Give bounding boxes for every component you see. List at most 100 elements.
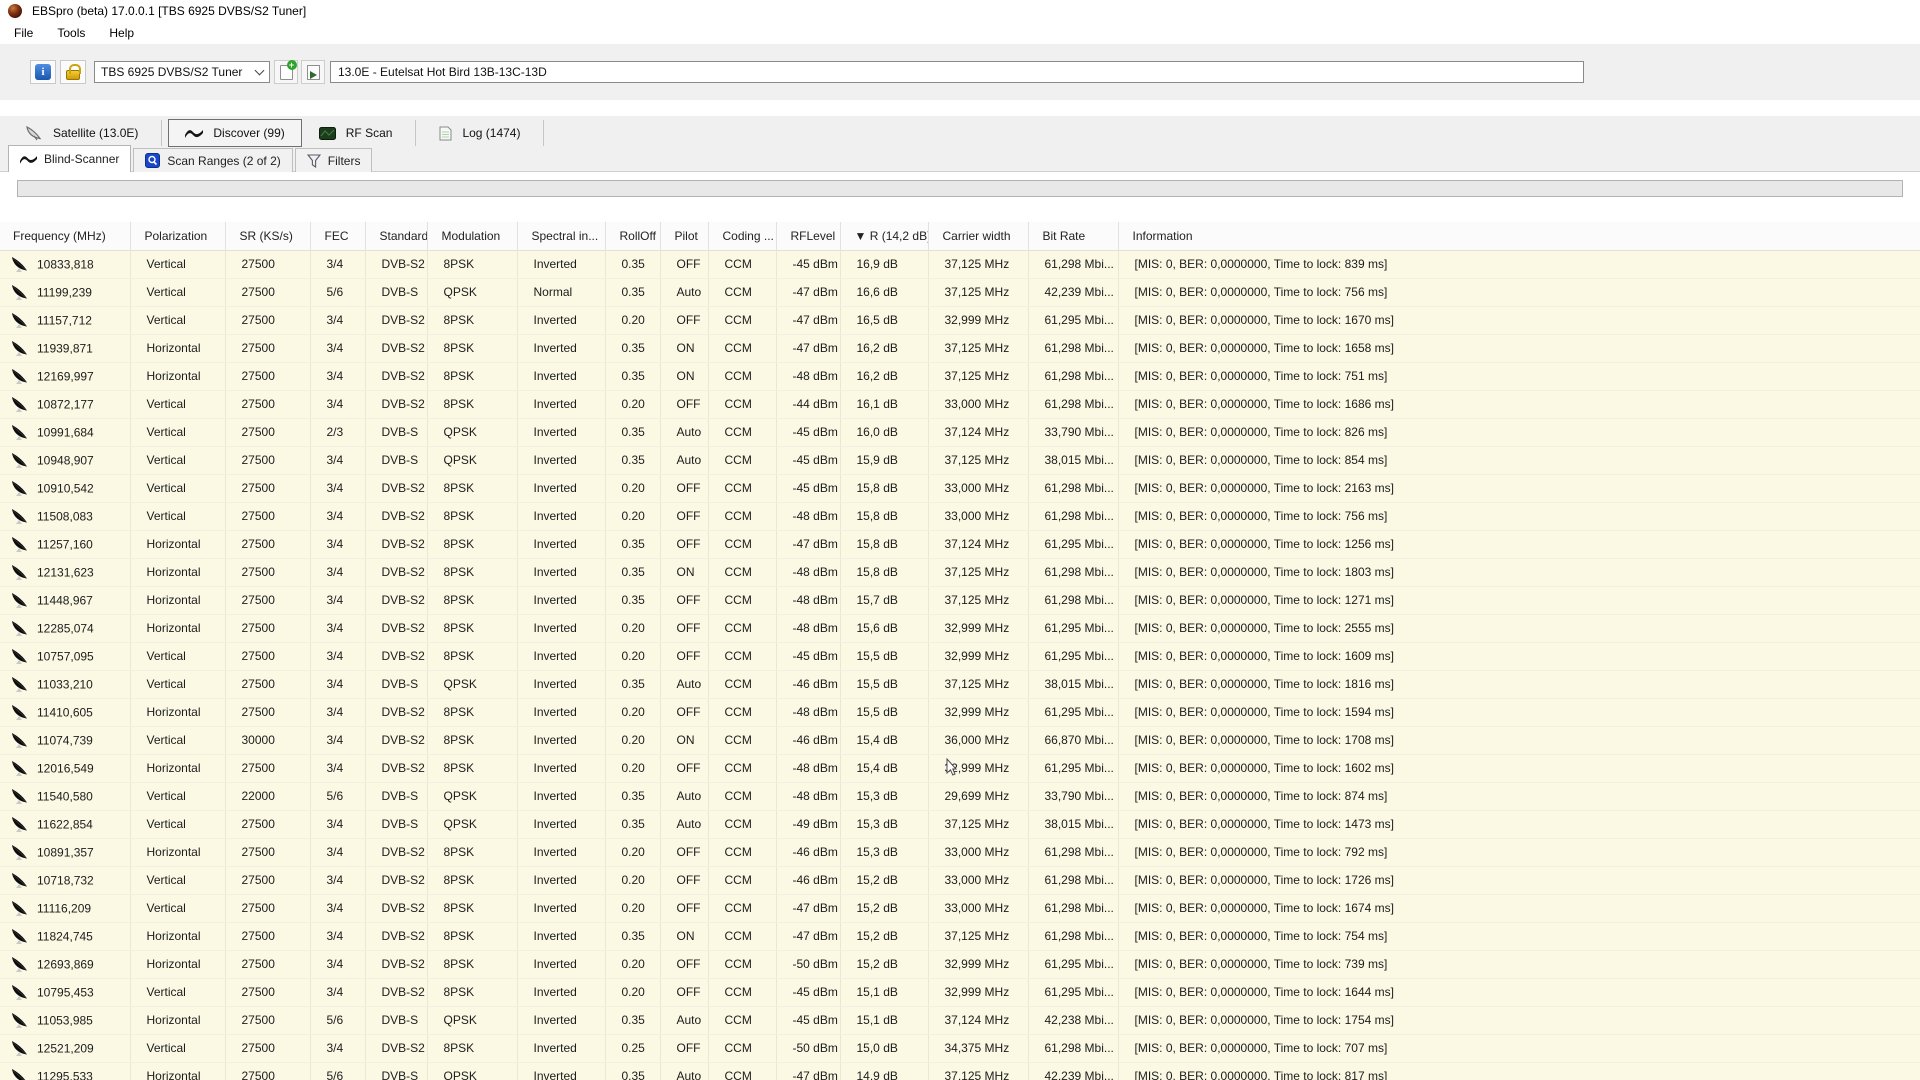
column-header-carrier-width[interactable]: Carrier width [928,222,1029,251]
cell-polarization: Vertical [130,418,226,447]
cell-snr: 15,2 dB [840,894,929,923]
column-header-polarization[interactable]: Polarization [130,222,226,251]
log-page-icon [439,126,452,141]
column-header-spectral-inversion[interactable]: Spectral in... [517,222,606,251]
table-row[interactable]: 11448,967 Horizontal 27500 3/4 DVB-S2 8PSK Inv… [0,586,1920,615]
table-row[interactable]: 12693,869 Horizontal 27500 3/4 DVB-S2 8PSK Inv… [0,950,1920,979]
nav-discover-button[interactable]: Discover (99) [168,119,302,147]
cell-fec: 3/4 [310,726,366,755]
cell-snr: 15,2 dB [840,950,929,979]
table-row[interactable]: 11939,871 Horizontal 27500 3/4 DVB-S2 8PSK Inv… [0,334,1920,363]
table-row[interactable]: 11199,239 Vertical 27500 5/6 DVB-S QPSK Normal… [0,278,1920,307]
cell-snr: 15,0 dB [840,1034,929,1063]
info-button[interactable]: i [30,60,56,84]
menu-help[interactable]: Help [99,23,144,43]
table-row[interactable]: 12016,549 Horizontal 27500 3/4 DVB-S2 8PSK Inv… [0,754,1920,783]
column-header-coding[interactable]: Coding ... [708,222,777,251]
cell-snr: 16,5 dB [840,306,929,335]
column-header-standard[interactable]: Standard [365,222,428,251]
cell-coding: CCM [708,642,777,671]
cell-frequency: 10991,684 [0,418,131,447]
cell-standard: DVB-S2 [365,838,428,867]
table-row[interactable]: 10872,177 Vertical 27500 3/4 DVB-S2 8PSK Inver… [0,390,1920,419]
cell-polarization: Horizontal [130,754,226,783]
table-row[interactable]: 10833,818 Vertical 27500 3/4 DVB-S2 8PSK Inver… [0,250,1920,279]
table-row[interactable]: 10718,732 Vertical 27500 3/4 DVB-S2 8PSK Inver… [0,866,1920,895]
table-row[interactable]: 11074,739 Vertical 30000 3/4 DVB-S2 8PSK Inver… [0,726,1920,755]
table-row[interactable]: 10910,542 Vertical 27500 3/4 DVB-S2 8PSK Inver… [0,474,1920,503]
cell-information: [MIS: 0, BER: 0,0000000, Time to lock: 7… [1118,922,1920,951]
column-header-modulation[interactable]: Modulation [427,222,518,251]
table-row[interactable]: 11824,745 Horizontal 27500 3/4 DVB-S2 8PSK Inv… [0,922,1920,951]
cell-modulation: QPSK [427,418,518,447]
table-row[interactable]: 11622,854 Vertical 27500 3/4 DVB-S QPSK Invert… [0,810,1920,839]
cell-coding: CCM [708,502,777,531]
cell-carrier-width: 32,999 MHz [928,978,1029,1007]
table-row[interactable]: 11410,605 Horizontal 27500 3/4 DVB-S2 8PSK Inv… [0,698,1920,727]
nav-log-button[interactable]: Log (1474) [422,119,537,147]
table-row[interactable]: 11540,580 Vertical 22000 5/6 DVB-S QPSK Invert… [0,782,1920,811]
table-row[interactable]: 12285,074 Horizontal 27500 3/4 DVB-S2 8PSK Inv… [0,614,1920,643]
cell-polarization: Vertical [130,1034,226,1063]
column-header-bitrate[interactable]: Bit Rate [1028,222,1119,251]
column-header-rflevel[interactable]: RFLevel [776,222,841,251]
tab-blind-scanner[interactable]: Blind-Scanner [8,145,132,172]
cell-snr: 15,3 dB [840,838,929,867]
table-row[interactable]: 10795,453 Vertical 27500 3/4 DVB-S2 8PSK Inver… [0,978,1920,1007]
tab-scan-ranges[interactable]: Scan Ranges (2 of 2) [133,148,293,172]
cell-rolloff: 0.20 [605,474,661,503]
nav-satellite-button[interactable]: Satellite (13.0E) [8,119,155,147]
cell-modulation: 8PSK [427,558,518,587]
cell-spectral-inversion: Inverted [517,838,606,867]
column-header-fec[interactable]: FEC [310,222,366,251]
table-row[interactable]: 10757,095 Vertical 27500 3/4 DVB-S2 8PSK Inver… [0,642,1920,671]
column-header-snr[interactable]: ▼ R (14,2 dB) [840,222,929,251]
nav-rfscan-button[interactable]: RF Scan [302,119,410,147]
table-row[interactable]: 11116,209 Vertical 27500 3/4 DVB-S2 8PSK Inver… [0,894,1920,923]
cell-snr: 15,4 dB [840,726,929,755]
column-header-pilot[interactable]: Pilot [660,222,709,251]
table-row[interactable]: 10891,357 Horizontal 27500 3/4 DVB-S2 8PSK Inv… [0,838,1920,867]
cell-fec: 3/4 [310,306,366,335]
cell-rolloff: 0.35 [605,1062,661,1080]
table-row[interactable]: 12169,997 Horizontal 27500 3/4 DVB-S2 8PSK Inv… [0,362,1920,391]
menu-file[interactable]: File [4,23,43,43]
column-header-information[interactable]: Information [1118,222,1920,251]
lock-button[interactable] [60,60,86,84]
cell-bitrate: 33,790 Mbi... [1028,418,1119,447]
tab-filters[interactable]: Filters [294,148,373,172]
cell-information: [MIS: 0, BER: 0,0000000, Time to lock: 1… [1118,642,1920,671]
add-note-button[interactable] [274,59,298,84]
satellite-dish-icon [10,480,29,497]
cell-snr: 16,9 dB [840,250,929,279]
mouse-cursor [946,757,958,782]
cell-polarization: Vertical [130,726,226,755]
table-row[interactable]: 11157,712 Vertical 27500 3/4 DVB-S2 8PSK Inver… [0,306,1920,335]
table-row[interactable]: 11033,210 Vertical 27500 3/4 DVB-S QPSK Invert… [0,670,1920,699]
column-header-frequency[interactable]: Frequency (MHz) [0,222,131,251]
column-header-rolloff[interactable]: RollOff [605,222,661,251]
satellite-dish-icon [10,984,29,1001]
table-row[interactable]: 10991,684 Vertical 27500 2/3 DVB-S QPSK Invert… [0,418,1920,447]
cell-carrier-width: 32,999 MHz [928,306,1029,335]
satellite-field[interactable]: 13.0E - Eutelsat Hot Bird 13B-13C-13D [330,61,1584,83]
table-row[interactable]: 12521,209 Vertical 27500 3/4 DVB-S2 8PSK Inver… [0,1034,1920,1063]
table-row[interactable]: 11257,160 Horizontal 27500 3/4 DVB-S2 8PSK Inv… [0,530,1920,559]
cell-fec: 5/6 [310,1006,366,1035]
column-header-sr[interactable]: SR (KS/s) [225,222,311,251]
table-row[interactable]: 12131,623 Horizontal 27500 3/4 DVB-S2 8PSK Inv… [0,558,1920,587]
table-row[interactable]: 11508,083 Vertical 27500 3/4 DVB-S2 8PSK Inver… [0,502,1920,531]
cell-fec: 3/4 [310,614,366,643]
cell-bitrate: 61,298 Mbi... [1028,894,1119,923]
menu-tools[interactable]: Tools [47,23,95,43]
send-to-button[interactable] [301,60,325,84]
table-row[interactable]: 10948,907 Vertical 27500 3/4 DVB-S QPSK Invert… [0,446,1920,475]
tuner-select[interactable]: TBS 6925 DVBS/S2 Tuner [94,61,270,83]
cell-coding: CCM [708,1062,777,1080]
cell-rolloff: 0.20 [605,642,661,671]
table-row[interactable]: 11295,533 Horizontal 27500 5/6 DVB-S QPSK Inve… [0,1062,1920,1080]
cell-coding: CCM [708,782,777,811]
cell-sr: 27500 [225,390,311,419]
cell-information: [MIS: 0, BER: 0,0000000, Time to lock: 1… [1118,754,1920,783]
table-row[interactable]: 11053,985 Horizontal 27500 5/6 DVB-S QPSK Inve… [0,1006,1920,1035]
